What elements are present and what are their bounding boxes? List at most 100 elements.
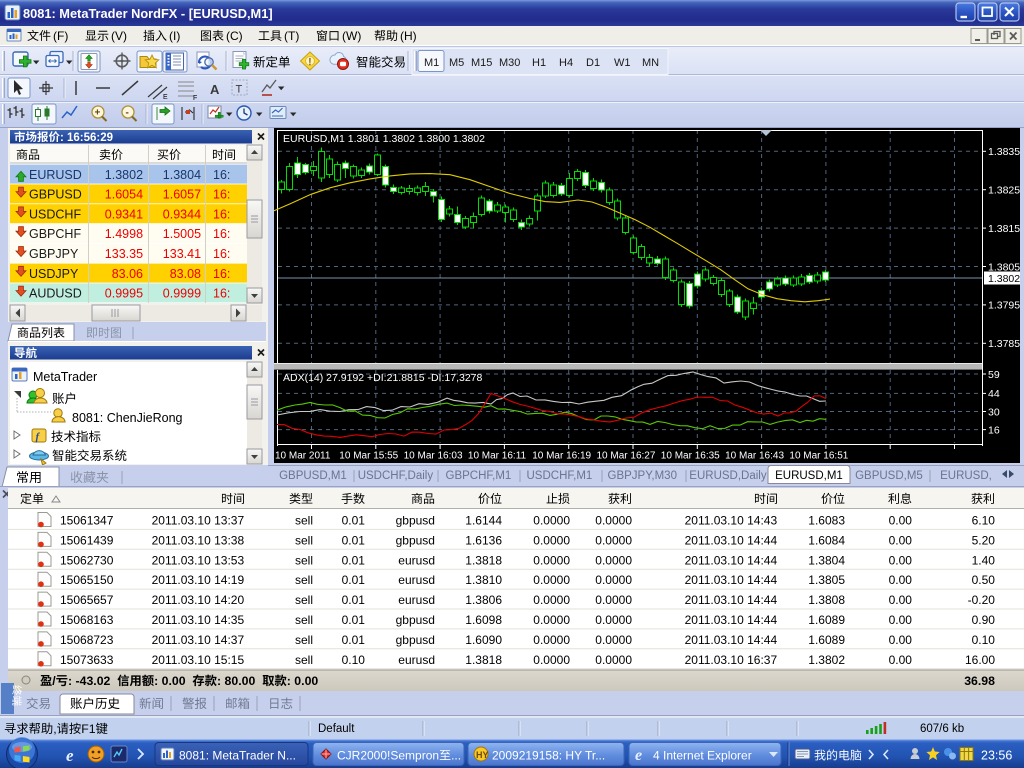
svg-text:HY: HY xyxy=(476,750,489,760)
svg-text:gbpusd: gbpusd xyxy=(396,514,435,528)
svg-text:0.0000: 0.0000 xyxy=(595,553,632,567)
svg-text:gbpusd: gbpusd xyxy=(396,533,435,547)
svg-text:/: / xyxy=(52,674,56,688)
svg-text:1.6057: 1.6057 xyxy=(163,188,201,202)
svg-text:10 Mar 2011: 10 Mar 2011 xyxy=(275,451,331,462)
svg-text:0.0000: 0.0000 xyxy=(533,593,570,607)
svg-text:EURUSD,Daily: EURUSD,Daily xyxy=(689,470,767,482)
svg-text:0.0000: 0.0000 xyxy=(595,573,632,587)
svg-text:1.3808: 1.3808 xyxy=(808,593,845,607)
svg-text:2011.03.10 14:35: 2011.03.10 14:35 xyxy=(152,613,245,627)
svg-text:GBPUSD,M5: GBPUSD,M5 xyxy=(855,470,923,482)
svg-text:eurusd: eurusd xyxy=(398,553,435,567)
svg-text:0.00: 0.00 xyxy=(889,514,913,528)
svg-text:F1: F1 xyxy=(81,722,96,736)
svg-text:10 Mar 16:03: 10 Mar 16:03 xyxy=(404,451,463,462)
svg-text:gbpusd: gbpusd xyxy=(396,633,435,647)
svg-text:(H): (H) xyxy=(400,29,417,43)
svg-text:0.90: 0.90 xyxy=(972,613,996,627)
svg-text:CJR2000!Sempron: CJR2000!Sempron xyxy=(337,749,439,763)
svg-text:1.3825: 1.3825 xyxy=(988,185,1020,197)
svg-text:0.0000: 0.0000 xyxy=(595,533,632,547)
svg-text:GBPJPY: GBPJPY xyxy=(29,247,79,261)
svg-text:2011.03.10 13:37: 2011.03.10 13:37 xyxy=(152,514,245,528)
svg-text:(T): (T) xyxy=(284,29,299,43)
svg-text:0.9999: 0.9999 xyxy=(163,287,201,301)
svg-text:1.3802: 1.3802 xyxy=(988,273,1020,285)
svg-text:16:: 16: xyxy=(213,267,230,281)
svg-text:M15: M15 xyxy=(471,57,492,69)
svg-text:1.40: 1.40 xyxy=(972,553,996,567)
svg-text:eurusd: eurusd xyxy=(398,573,435,587)
svg-text:T: T xyxy=(236,84,243,96)
svg-text:EURUSD,M1 1.3801 1.3802 1.3800: EURUSD,M1 1.3801 1.3802 1.3800 1.3802 xyxy=(283,133,485,145)
svg-text:0.00: 0.00 xyxy=(889,593,913,607)
svg-text:H1: H1 xyxy=(532,57,546,69)
svg-text:GBPCHF,M1: GBPCHF,M1 xyxy=(446,470,512,482)
svg-text:1.3795: 1.3795 xyxy=(988,300,1020,312)
svg-text:2011.03.10 15:15: 2011.03.10 15:15 xyxy=(152,653,245,667)
svg-text:1.6089: 1.6089 xyxy=(808,633,845,647)
svg-text:1.3815: 1.3815 xyxy=(988,223,1020,235)
svg-text:6.10: 6.10 xyxy=(972,514,996,528)
svg-text:EURUSD,: EURUSD, xyxy=(940,470,992,482)
svg-text:0.0000: 0.0000 xyxy=(595,653,632,667)
svg-text:1.6144: 1.6144 xyxy=(465,514,502,528)
svg-text:2011.03.10 14:20: 2011.03.10 14:20 xyxy=(152,593,245,607)
svg-text:5.20: 5.20 xyxy=(972,533,996,547)
svg-text:2009219158: HY Tr...: 2009219158: HY Tr... xyxy=(492,749,605,763)
svg-text:EURUSD,M1: EURUSD,M1 xyxy=(775,470,843,482)
svg-text:0.0000: 0.0000 xyxy=(533,533,570,547)
svg-text:0.00: 0.00 xyxy=(889,533,913,547)
svg-text:0.00: 0.00 xyxy=(889,553,913,567)
svg-text:AUDUSD: AUDUSD xyxy=(29,287,82,301)
svg-text:+: + xyxy=(95,108,101,119)
svg-text:133.35: 133.35 xyxy=(105,247,143,261)
svg-text:0.9995: 0.9995 xyxy=(105,287,143,301)
svg-text:: 0.00: : 0.00 xyxy=(154,674,192,688)
svg-text:1.6083: 1.6083 xyxy=(808,514,845,528)
svg-text:GBPUSD,M1: GBPUSD,M1 xyxy=(279,470,347,482)
svg-text:1.3806: 1.3806 xyxy=(465,593,502,607)
svg-text:0.0000: 0.0000 xyxy=(533,653,570,667)
svg-text:: -43.02: : -43.02 xyxy=(68,674,117,688)
svg-text:0.0000: 0.0000 xyxy=(533,553,570,567)
svg-text:e: e xyxy=(635,747,642,764)
svg-text:M1: M1 xyxy=(424,57,439,69)
svg-text:10 Mar 16:11: 10 Mar 16:11 xyxy=(468,451,527,462)
svg-text:15065657: 15065657 xyxy=(60,593,114,607)
svg-text:1.6089: 1.6089 xyxy=(808,613,845,627)
svg-text:(V): (V) xyxy=(111,29,127,43)
svg-text:1.3805: 1.3805 xyxy=(808,573,845,587)
svg-text:USDCHF: USDCHF xyxy=(29,207,81,221)
svg-text:16: 16 xyxy=(988,424,1000,436)
svg-text:2011.03.10 13:38: 2011.03.10 13:38 xyxy=(152,533,245,547)
svg-text:15061347: 15061347 xyxy=(60,514,114,528)
svg-text:2011.03.10 14:44: 2011.03.10 14:44 xyxy=(685,553,778,567)
svg-text:(W): (W) xyxy=(342,29,361,43)
svg-text:sell: sell xyxy=(295,573,313,587)
svg-text:1.3818: 1.3818 xyxy=(465,653,502,667)
svg-text:2011.03.10 16:37: 2011.03.10 16:37 xyxy=(685,653,778,667)
svg-text:: 0.00: : 0.00 xyxy=(287,674,319,688)
svg-text:1.3785: 1.3785 xyxy=(988,338,1020,350)
svg-text:1.3804: 1.3804 xyxy=(808,553,845,567)
svg-text:sell: sell xyxy=(295,633,313,647)
svg-text:MN: MN xyxy=(642,57,659,69)
svg-text:-0.20: -0.20 xyxy=(968,593,996,607)
svg-text:2011.03.10 13:53: 2011.03.10 13:53 xyxy=(152,553,245,567)
svg-text:0.10: 0.10 xyxy=(342,653,366,667)
svg-text:83.08: 83.08 xyxy=(170,267,201,281)
svg-text:1.6084: 1.6084 xyxy=(808,533,845,547)
svg-text:1.6090: 1.6090 xyxy=(465,633,502,647)
svg-text:607/6 kb: 607/6 kb xyxy=(920,723,964,735)
svg-text:0.01: 0.01 xyxy=(342,514,366,528)
svg-text:0.0000: 0.0000 xyxy=(533,613,570,627)
svg-text:59: 59 xyxy=(988,369,1000,381)
svg-text:0.0000: 0.0000 xyxy=(595,613,632,627)
svg-text:gbpusd: gbpusd xyxy=(396,613,435,627)
svg-text:W1: W1 xyxy=(614,57,631,69)
svg-text:0.00: 0.00 xyxy=(889,633,913,647)
svg-text:2011.03.10 14:44: 2011.03.10 14:44 xyxy=(685,593,778,607)
svg-text:1.5005: 1.5005 xyxy=(163,227,201,241)
